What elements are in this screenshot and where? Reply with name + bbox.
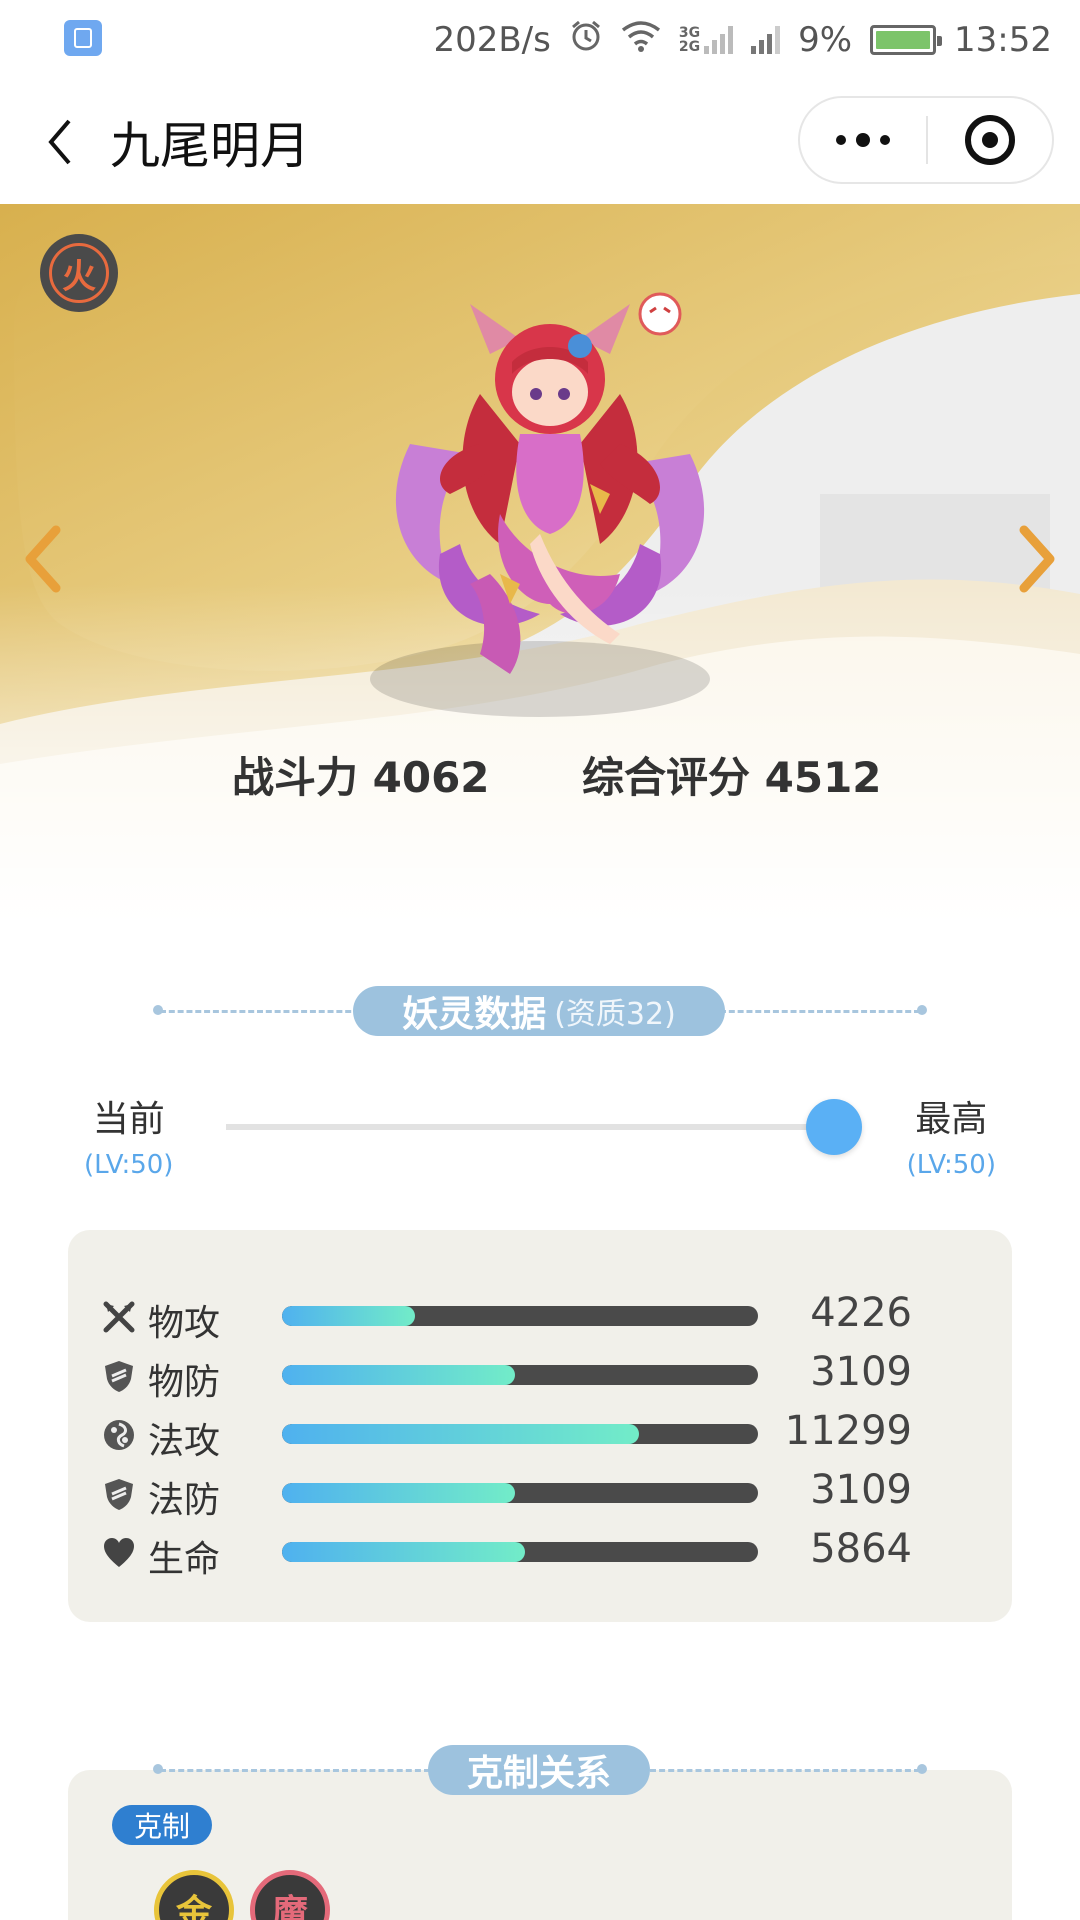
mini-program-capsule — [798, 96, 1054, 184]
level-selector: 当前 (LV:50) 最高 (LV:50) — [0, 1090, 1080, 1200]
network-type-bottom: 2G — [678, 39, 701, 55]
current-level: 当前 (LV:50) — [84, 1090, 173, 1180]
attribute-name: 法防 — [148, 1480, 221, 1521]
max-level-label: 最高 — [915, 1099, 988, 1140]
more-dots-icon — [836, 135, 846, 145]
shield-icon — [100, 1475, 138, 1513]
attribute-row: 物攻 4226 — [68, 1290, 1012, 1344]
spirit-data-subtitle: (资质32) — [554, 997, 676, 1032]
next-character-button[interactable] — [1008, 514, 1068, 604]
magic-swirl-icon — [100, 1416, 138, 1454]
status-bar: 202B/s 3G 2G 9% 13:52 — [0, 0, 1080, 80]
mobile-network-icon: 3G 2G — [678, 25, 734, 55]
current-level-label: 当前 — [92, 1099, 165, 1140]
overall-score-label: 综合评分 — [582, 753, 751, 802]
attribute-name: 生命 — [148, 1539, 221, 1580]
attribute-value: 5864 — [810, 1526, 912, 1572]
attribute-bar-fill — [282, 1483, 516, 1503]
attribute-bar — [282, 1365, 758, 1385]
counter-relation-pill: 克制关系 — [428, 1745, 650, 1795]
attribute-panel: 物攻 4226 物防 3109 法攻 11299 法防 3109 生命 5864 — [68, 1230, 1012, 1622]
counter-relation-header: 克制关系 — [150, 1745, 930, 1795]
gold-element-icon[interactable]: 金 — [154, 1870, 234, 1920]
shield-icon — [100, 1357, 138, 1395]
network-type-top: 3G — [678, 25, 701, 41]
attribute-value: 3109 — [810, 1467, 912, 1513]
app-header: 九尾明月 — [0, 80, 1080, 204]
level-slider-thumb[interactable] — [806, 1099, 862, 1155]
combat-power-value: 4062 — [372, 753, 490, 802]
status-indicators: 202B/s 3G 2G 9% 13:52 — [433, 0, 1052, 80]
demon-element-icon[interactable]: 魔 — [250, 1870, 330, 1920]
net-speed: 202B/s — [433, 20, 551, 60]
attribute-bar — [282, 1424, 758, 1444]
chevron-right-icon — [1019, 525, 1055, 593]
battery-icon — [870, 25, 943, 55]
chevron-left-icon — [25, 525, 61, 593]
attribute-bar-fill — [282, 1365, 516, 1385]
back-arrow-icon — [48, 119, 71, 165]
hero-stats: 战斗力 4062 综合评分 4512 — [0, 744, 1080, 804]
close-program-button[interactable] — [928, 98, 1052, 182]
wifi-icon — [621, 20, 661, 61]
attribute-row: 生命 5864 — [68, 1526, 1012, 1580]
crossed-swords-icon — [100, 1298, 138, 1336]
counter-tag: 克制 — [112, 1805, 213, 1845]
attribute-bar-fill — [282, 1542, 525, 1562]
attribute-row: 物防 3109 — [68, 1349, 1012, 1403]
attribute-name: 物防 — [148, 1362, 221, 1403]
element-label: 火 — [49, 243, 109, 303]
attribute-row: 法防 3109 — [68, 1467, 1012, 1521]
character-portrait — [395, 292, 705, 674]
overall-score-value: 4512 — [764, 753, 882, 802]
level-slider-fill — [226, 1124, 856, 1130]
attribute-bar — [282, 1483, 758, 1503]
attribute-bar — [282, 1306, 758, 1326]
overall-score: 综合评分 4512 — [582, 744, 882, 805]
max-level-value: (LV:50) — [906, 1150, 996, 1180]
attribute-bar-fill — [282, 1306, 416, 1326]
spirit-data-header: 妖灵数据 (资质32) — [150, 986, 930, 1036]
spirit-data-pill: 妖灵数据 (资质32) — [353, 986, 725, 1036]
character-hero: 火 战斗力 4062 综合评分 4512 — [0, 204, 1080, 924]
counter-relation-title: 克制关系 — [466, 1753, 611, 1794]
alarm-icon — [569, 19, 603, 62]
target-close-icon — [964, 115, 1015, 165]
page-title: 九尾明月 — [110, 117, 310, 175]
prev-character-button[interactable] — [12, 514, 72, 604]
max-level: 最高 (LV:50) — [907, 1090, 996, 1180]
current-level-value: (LV:50) — [84, 1150, 174, 1180]
fire-element-badge: 火 — [40, 234, 118, 312]
more-button[interactable] — [800, 98, 926, 182]
attribute-name: 法攻 — [148, 1421, 221, 1462]
spirit-data-title: 妖灵数据 — [402, 994, 547, 1035]
level-slider[interactable] — [226, 1099, 862, 1155]
attribute-bar-fill — [282, 1424, 639, 1444]
signal-strength-icon — [751, 26, 781, 54]
attribute-value: 4226 — [810, 1290, 912, 1336]
attribute-bar — [282, 1542, 758, 1562]
attribute-row: 法攻 11299 — [68, 1408, 1012, 1462]
combat-power-label: 战斗力 — [232, 753, 359, 802]
attribute-value: 3109 — [810, 1349, 912, 1395]
attribute-value: 11299 — [784, 1408, 912, 1454]
attribute-name: 物攻 — [148, 1303, 221, 1344]
heart-icon — [100, 1534, 138, 1572]
battery-percent: 9% — [798, 20, 853, 60]
app-notification-icon — [64, 20, 102, 56]
combat-power: 战斗力 4062 — [232, 744, 490, 805]
clock: 13:52 — [954, 20, 1052, 60]
back-button[interactable] — [30, 112, 90, 172]
